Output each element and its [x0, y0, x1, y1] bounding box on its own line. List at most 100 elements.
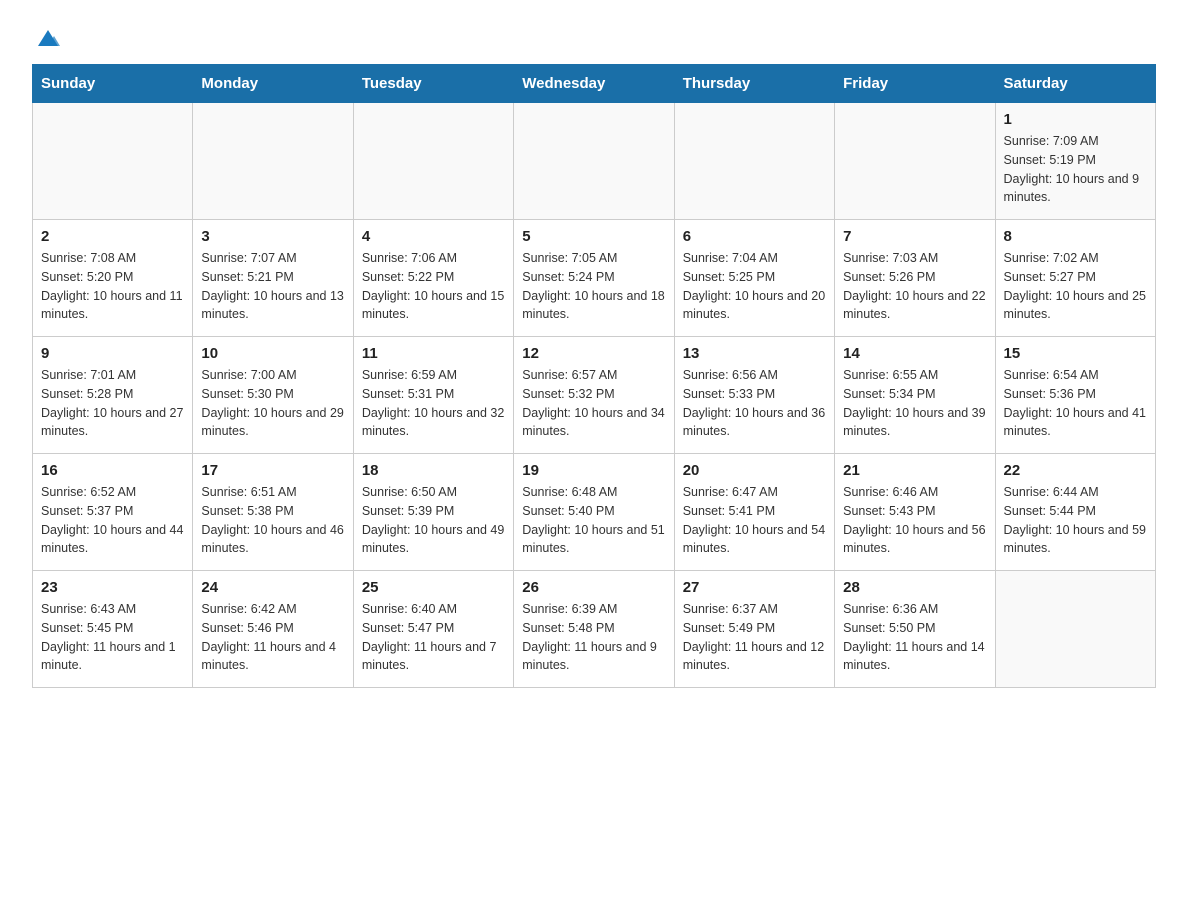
calendar-header-friday: Friday	[835, 65, 995, 103]
calendar-cell: 12 Sunrise: 6:57 AMSunset: 5:32 PMDayligh…	[514, 337, 674, 454]
calendar-cell: 16 Sunrise: 6:52 AMSunset: 5:37 PMDayligh…	[33, 454, 193, 571]
calendar-cell: 19 Sunrise: 6:48 AMSunset: 5:40 PMDayligh…	[514, 454, 674, 571]
calendar-cell: 15 Sunrise: 6:54 AMSunset: 5:36 PMDayligh…	[995, 337, 1155, 454]
day-number: 5	[522, 228, 665, 245]
day-info: Sunrise: 7:08 AMSunset: 5:20 PMDaylight:…	[41, 249, 184, 324]
logo-icon	[34, 24, 62, 52]
calendar-cell	[835, 103, 995, 220]
logo	[32, 24, 64, 52]
day-number: 18	[362, 462, 505, 479]
day-info: Sunrise: 6:50 AMSunset: 5:39 PMDaylight:…	[362, 483, 505, 558]
calendar-header-thursday: Thursday	[674, 65, 834, 103]
calendar-header-wednesday: Wednesday	[514, 65, 674, 103]
day-number: 13	[683, 345, 826, 362]
day-info: Sunrise: 7:02 AMSunset: 5:27 PMDaylight:…	[1004, 249, 1147, 324]
day-number: 22	[1004, 462, 1147, 479]
day-number: 28	[843, 579, 986, 596]
day-info: Sunrise: 6:44 AMSunset: 5:44 PMDaylight:…	[1004, 483, 1147, 558]
day-number: 21	[843, 462, 986, 479]
day-info: Sunrise: 7:07 AMSunset: 5:21 PMDaylight:…	[201, 249, 344, 324]
day-info: Sunrise: 6:55 AMSunset: 5:34 PMDaylight:…	[843, 366, 986, 441]
calendar-cell	[514, 103, 674, 220]
day-number: 4	[362, 228, 505, 245]
day-info: Sunrise: 7:05 AMSunset: 5:24 PMDaylight:…	[522, 249, 665, 324]
day-number: 12	[522, 345, 665, 362]
day-number: 7	[843, 228, 986, 245]
page-header	[32, 24, 1156, 52]
day-info: Sunrise: 7:01 AMSunset: 5:28 PMDaylight:…	[41, 366, 184, 441]
day-info: Sunrise: 6:36 AMSunset: 5:50 PMDaylight:…	[843, 600, 986, 675]
day-info: Sunrise: 6:37 AMSunset: 5:49 PMDaylight:…	[683, 600, 826, 675]
day-number: 17	[201, 462, 344, 479]
calendar-header-saturday: Saturday	[995, 65, 1155, 103]
calendar-cell	[674, 103, 834, 220]
calendar-cell: 28 Sunrise: 6:36 AMSunset: 5:50 PMDayligh…	[835, 571, 995, 688]
calendar-cell: 1 Sunrise: 7:09 AMSunset: 5:19 PMDaylight…	[995, 103, 1155, 220]
day-info: Sunrise: 7:00 AMSunset: 5:30 PMDaylight:…	[201, 366, 344, 441]
day-info: Sunrise: 6:54 AMSunset: 5:36 PMDaylight:…	[1004, 366, 1147, 441]
day-number: 16	[41, 462, 184, 479]
calendar-cell	[353, 103, 513, 220]
day-info: Sunrise: 7:09 AMSunset: 5:19 PMDaylight:…	[1004, 132, 1147, 207]
day-number: 15	[1004, 345, 1147, 362]
day-info: Sunrise: 7:03 AMSunset: 5:26 PMDaylight:…	[843, 249, 986, 324]
day-info: Sunrise: 6:59 AMSunset: 5:31 PMDaylight:…	[362, 366, 505, 441]
calendar-cell: 5 Sunrise: 7:05 AMSunset: 5:24 PMDaylight…	[514, 220, 674, 337]
calendar-header-row: SundayMondayTuesdayWednesdayThursdayFrid…	[33, 65, 1156, 103]
day-number: 9	[41, 345, 184, 362]
calendar-cell: 21 Sunrise: 6:46 AMSunset: 5:43 PMDayligh…	[835, 454, 995, 571]
day-info: Sunrise: 6:56 AMSunset: 5:33 PMDaylight:…	[683, 366, 826, 441]
day-info: Sunrise: 6:52 AMSunset: 5:37 PMDaylight:…	[41, 483, 184, 558]
day-number: 25	[362, 579, 505, 596]
calendar-cell	[995, 571, 1155, 688]
day-info: Sunrise: 6:48 AMSunset: 5:40 PMDaylight:…	[522, 483, 665, 558]
day-info: Sunrise: 7:06 AMSunset: 5:22 PMDaylight:…	[362, 249, 505, 324]
day-number: 26	[522, 579, 665, 596]
day-number: 2	[41, 228, 184, 245]
calendar-cell: 3 Sunrise: 7:07 AMSunset: 5:21 PMDaylight…	[193, 220, 353, 337]
calendar-cell: 11Sunrise: 6:59 AMSunset: 5:31 PMDayligh…	[353, 337, 513, 454]
calendar-cell: 2 Sunrise: 7:08 AMSunset: 5:20 PMDaylight…	[33, 220, 193, 337]
calendar-cell: 10 Sunrise: 7:00 AMSunset: 5:30 PMDayligh…	[193, 337, 353, 454]
day-number: 23	[41, 579, 184, 596]
day-number: 10	[201, 345, 344, 362]
calendar-week-row: 9 Sunrise: 7:01 AMSunset: 5:28 PMDaylight…	[33, 337, 1156, 454]
calendar-week-row: 23 Sunrise: 6:43 AMSunset: 5:45 PMDayligh…	[33, 571, 1156, 688]
day-number: 8	[1004, 228, 1147, 245]
day-number: 3	[201, 228, 344, 245]
calendar-cell: 23 Sunrise: 6:43 AMSunset: 5:45 PMDayligh…	[33, 571, 193, 688]
day-number: 24	[201, 579, 344, 596]
calendar-cell: 24 Sunrise: 6:42 AMSunset: 5:46 PMDayligh…	[193, 571, 353, 688]
calendar-cell: 13 Sunrise: 6:56 AMSunset: 5:33 PMDayligh…	[674, 337, 834, 454]
calendar-cell: 25 Sunrise: 6:40 AMSunset: 5:47 PMDayligh…	[353, 571, 513, 688]
calendar-header-sunday: Sunday	[33, 65, 193, 103]
day-info: Sunrise: 7:04 AMSunset: 5:25 PMDaylight:…	[683, 249, 826, 324]
day-info: Sunrise: 6:57 AMSunset: 5:32 PMDaylight:…	[522, 366, 665, 441]
day-number: 6	[683, 228, 826, 245]
calendar-header-tuesday: Tuesday	[353, 65, 513, 103]
day-number: 19	[522, 462, 665, 479]
calendar-cell: 17 Sunrise: 6:51 AMSunset: 5:38 PMDayligh…	[193, 454, 353, 571]
calendar-cell	[33, 103, 193, 220]
day-info: Sunrise: 6:47 AMSunset: 5:41 PMDaylight:…	[683, 483, 826, 558]
calendar-cell: 18 Sunrise: 6:50 AMSunset: 5:39 PMDayligh…	[353, 454, 513, 571]
day-number: 27	[683, 579, 826, 596]
calendar-cell: 27 Sunrise: 6:37 AMSunset: 5:49 PMDayligh…	[674, 571, 834, 688]
day-info: Sunrise: 6:43 AMSunset: 5:45 PMDaylight:…	[41, 600, 184, 675]
calendar-cell: 14 Sunrise: 6:55 AMSunset: 5:34 PMDayligh…	[835, 337, 995, 454]
day-info: Sunrise: 6:51 AMSunset: 5:38 PMDaylight:…	[201, 483, 344, 558]
day-info: Sunrise: 6:46 AMSunset: 5:43 PMDaylight:…	[843, 483, 986, 558]
calendar-week-row: 2 Sunrise: 7:08 AMSunset: 5:20 PMDaylight…	[33, 220, 1156, 337]
day-number: 14	[843, 345, 986, 362]
calendar-cell: 20Sunrise: 6:47 AMSunset: 5:41 PMDayligh…	[674, 454, 834, 571]
day-number: 1	[1004, 111, 1147, 128]
calendar-cell: 7 Sunrise: 7:03 AMSunset: 5:26 PMDaylight…	[835, 220, 995, 337]
calendar-cell: 22 Sunrise: 6:44 AMSunset: 5:44 PMDayligh…	[995, 454, 1155, 571]
day-info: Sunrise: 6:42 AMSunset: 5:46 PMDaylight:…	[201, 600, 344, 675]
calendar-cell: 6 Sunrise: 7:04 AMSunset: 5:25 PMDaylight…	[674, 220, 834, 337]
day-info: Sunrise: 6:40 AMSunset: 5:47 PMDaylight:…	[362, 600, 505, 675]
calendar-cell: 8 Sunrise: 7:02 AMSunset: 5:27 PMDaylight…	[995, 220, 1155, 337]
calendar-cell: 9 Sunrise: 7:01 AMSunset: 5:28 PMDaylight…	[33, 337, 193, 454]
calendar-cell: 26Sunrise: 6:39 AMSunset: 5:48 PMDayligh…	[514, 571, 674, 688]
calendar-week-row: 1 Sunrise: 7:09 AMSunset: 5:19 PMDaylight…	[33, 103, 1156, 220]
